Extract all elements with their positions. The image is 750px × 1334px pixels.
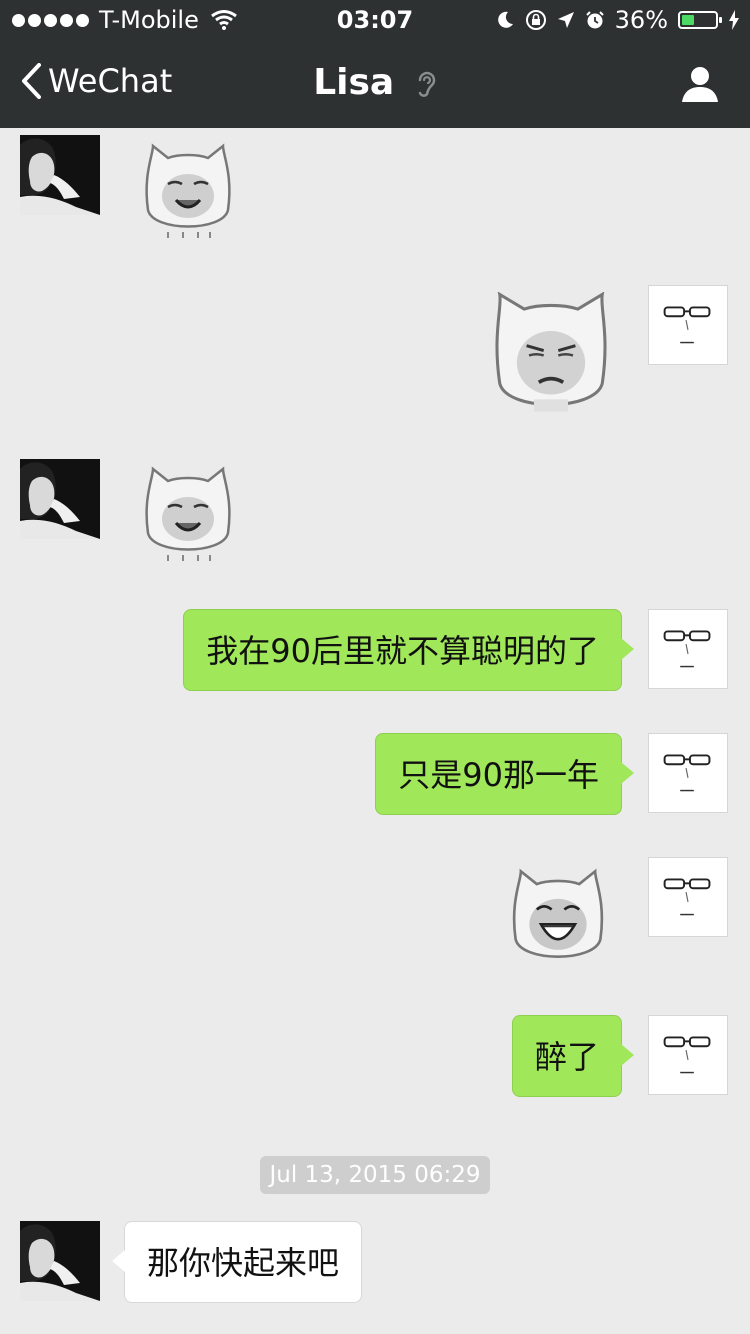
contact-avatar[interactable] (20, 1221, 100, 1301)
nav-bar: WeChat Lisa (0, 40, 750, 128)
alarm-icon (585, 11, 604, 29)
my-avatar[interactable] (648, 285, 728, 365)
contact-avatar[interactable] (20, 459, 100, 539)
sticker-message[interactable] (138, 140, 238, 244)
contact-name: Lisa (313, 62, 395, 103)
outgoing-message-bubble[interactable]: 我在90后里就不算聪明的了 (183, 609, 634, 691)
my-avatar[interactable] (648, 857, 728, 937)
my-avatar[interactable] (648, 609, 728, 689)
sticker-message[interactable] (490, 292, 612, 418)
my-avatar[interactable] (648, 1015, 728, 1095)
outgoing-message-bubble[interactable]: 只是90那一年 (375, 733, 634, 815)
charging-bolt-icon (729, 10, 739, 30)
chat-header: T-Mobile 03:07 36% WeChat Lisa (0, 0, 750, 128)
chat-title: Lisa (0, 62, 750, 103)
my-avatar[interactable] (648, 733, 728, 813)
battery-percent: 36% (614, 6, 668, 34)
ear-icon (418, 71, 435, 97)
status-right: 36% (495, 6, 740, 34)
person-icon (682, 67, 718, 102)
status-bar: T-Mobile 03:07 36% (0, 0, 750, 40)
contact-profile-button[interactable] (680, 64, 720, 108)
moon-icon (497, 11, 513, 28)
sticker-message[interactable] (505, 865, 611, 975)
incoming-message-bubble[interactable]: 那你快起来吧 (111, 1221, 363, 1303)
location-arrow-icon (557, 12, 574, 28)
battery-icon (678, 11, 722, 29)
battery-level-fill (682, 15, 694, 25)
sticker-message[interactable] (138, 463, 238, 567)
rotation-lock-icon (525, 10, 546, 30)
contact-avatar[interactable] (20, 135, 100, 215)
outgoing-message-bubble[interactable]: 醉了 (511, 1015, 635, 1097)
message-timestamp: Jul 13, 2015 06:29 (260, 1156, 490, 1194)
